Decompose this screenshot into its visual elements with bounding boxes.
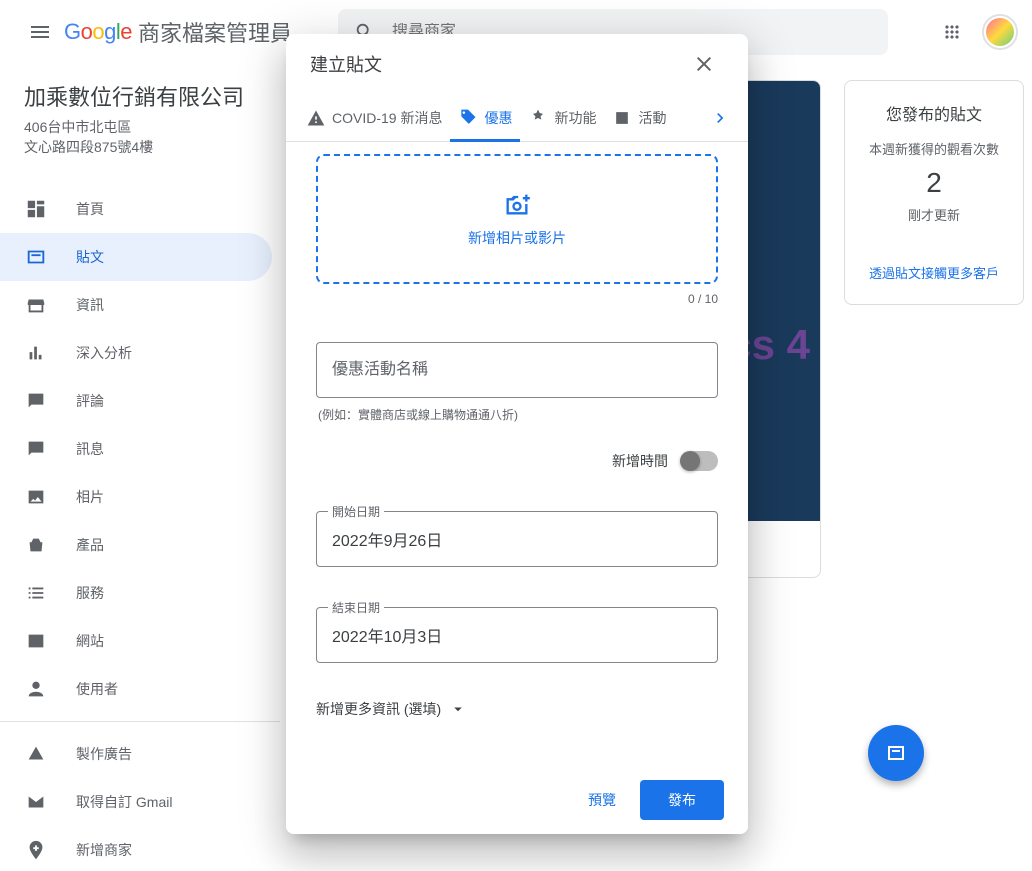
add-time-toggle[interactable] — [682, 451, 718, 471]
upload-media-box[interactable]: 新增相片或影片 — [316, 154, 718, 284]
modal-title: 建立貼文 — [310, 51, 382, 77]
toggle-label: 新增時間 — [612, 451, 668, 471]
modal-body: 新增相片或影片 0 / 10 (例如：實體商店或線上購物通通八折) 新增時間 開… — [286, 142, 748, 766]
warning-icon — [306, 108, 326, 128]
modal-header: 建立貼文 — [286, 34, 748, 94]
close-icon — [692, 52, 716, 76]
modal-footer: 預覽 發布 — [286, 766, 748, 834]
more-info-label: 新增更多資訊 (選填) — [316, 699, 441, 719]
tag-icon — [458, 108, 478, 128]
chevron-right-icon — [710, 108, 730, 128]
tabs-scroll-right[interactable] — [704, 108, 736, 128]
tab-offer[interactable]: 優惠 — [450, 94, 520, 141]
publish-button[interactable]: 發布 — [640, 780, 724, 820]
preview-button[interactable]: 預覽 — [564, 780, 640, 820]
tab-covid[interactable]: COVID-19 新消息 — [298, 94, 450, 141]
new-icon — [528, 108, 548, 128]
add-time-toggle-row: 新增時間 — [316, 451, 718, 471]
tab-label: 優惠 — [484, 108, 512, 128]
offer-name-hint: (例如：實體商店或線上購物通通八折) — [316, 406, 718, 423]
media-counter: 0 / 10 — [316, 292, 718, 306]
more-info-expand[interactable]: 新增更多資訊 (選填) — [316, 699, 718, 719]
upload-text: 新增相片或影片 — [468, 228, 566, 248]
tab-label: 新功能 — [554, 108, 596, 128]
close-button[interactable] — [684, 44, 724, 84]
tab-label: 活動 — [638, 108, 666, 128]
tab-event[interactable]: 活動 — [604, 94, 674, 141]
tab-label: COVID-19 新消息 — [332, 108, 442, 128]
modal-tabs: COVID-19 新消息 優惠 新功能 活動 — [286, 94, 748, 142]
calendar-icon — [612, 108, 632, 128]
chevron-down-icon — [449, 700, 467, 718]
modal-overlay: 建立貼文 COVID-19 新消息 優惠 新功能 活動 — [0, 0, 1032, 871]
tab-whatsnew[interactable]: 新功能 — [520, 94, 604, 141]
start-date-label: 開始日期 — [328, 503, 384, 520]
end-date-label: 結束日期 — [328, 599, 384, 616]
add-photo-icon — [502, 190, 532, 218]
create-post-modal: 建立貼文 COVID-19 新消息 優惠 新功能 活動 — [286, 34, 748, 834]
offer-name-input[interactable] — [316, 342, 718, 398]
